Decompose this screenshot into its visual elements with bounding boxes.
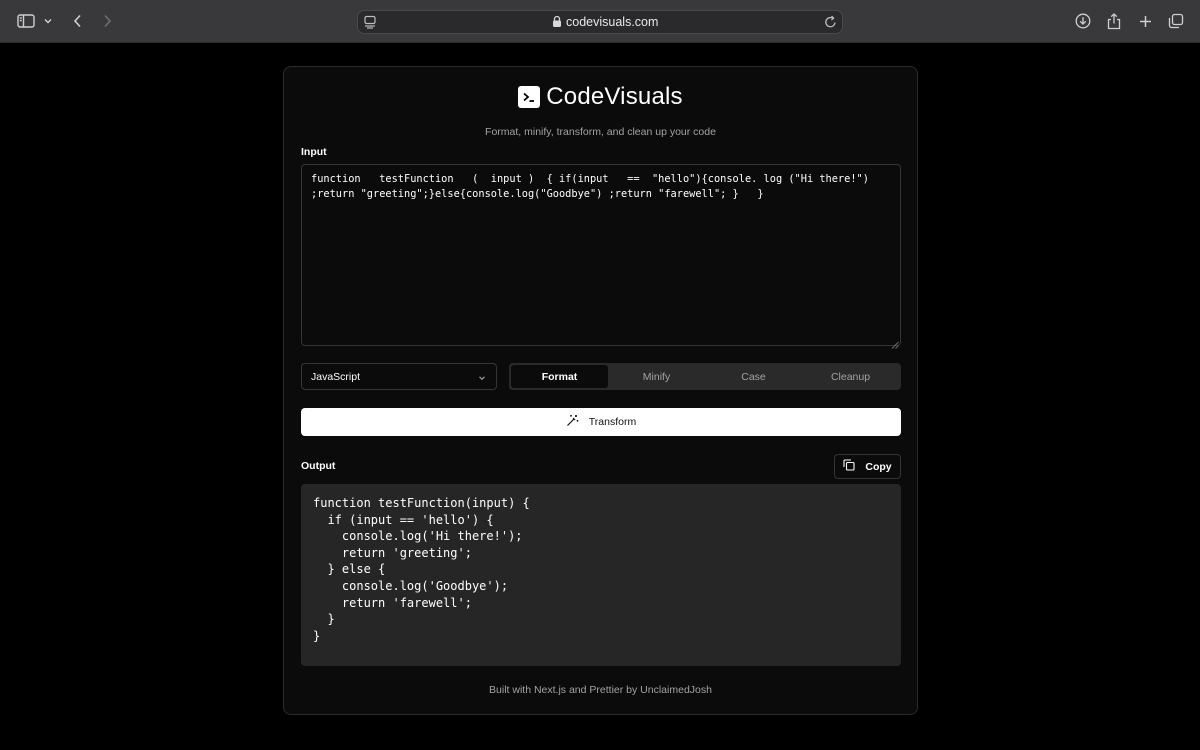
tab-format[interactable]: Format: [511, 365, 608, 388]
tabs-overview-icon: [1168, 13, 1184, 29]
output-label: Output: [301, 460, 336, 472]
copy-button-label: Copy: [865, 460, 892, 473]
input-label: Input: [301, 146, 327, 158]
sidebar-toggle-button[interactable]: [16, 10, 36, 32]
chevron-down-icon: [478, 373, 486, 381]
sidebar-icon: [17, 14, 35, 28]
tab-case[interactable]: Case: [705, 365, 802, 388]
code-output: function testFunction(input) { if (input…: [301, 484, 901, 666]
sidebar-menu-button[interactable]: [43, 10, 53, 32]
tab-overview-button[interactable]: [1167, 10, 1185, 32]
chevron-left-icon: [73, 14, 82, 28]
plus-icon: [1139, 15, 1152, 28]
code-input[interactable]: function testFunction ( input ) { if(inp…: [301, 164, 901, 346]
chevron-down-icon: [44, 18, 52, 24]
page-settings-icon[interactable]: [363, 15, 377, 29]
tab-minify[interactable]: Minify: [608, 365, 705, 388]
new-tab-button[interactable]: [1137, 10, 1153, 32]
terminal-icon: [518, 86, 541, 108]
footer-credit: Built with Next.js and Prettier by Uncla…: [489, 684, 712, 696]
transform-button-label: Transform: [588, 416, 637, 428]
reload-icon[interactable]: [824, 15, 837, 29]
chevron-right-icon: [103, 14, 112, 28]
mode-tabs: Format Minify Case Cleanup: [509, 363, 901, 390]
resize-handle-icon[interactable]: [891, 336, 899, 349]
app-logo: CodeVisuals: [284, 84, 917, 110]
download-icon: [1075, 13, 1091, 29]
transform-button[interactable]: Transform: [301, 408, 901, 436]
lock-icon: [552, 15, 562, 28]
copy-button[interactable]: Copy: [834, 454, 901, 479]
url-text: codevisuals.com: [566, 15, 659, 29]
tab-cleanup[interactable]: Cleanup: [802, 365, 899, 388]
language-select[interactable]: JavaScript: [301, 363, 497, 390]
downloads-button[interactable]: [1074, 10, 1092, 32]
copy-icon: [843, 459, 855, 474]
app-title: CodeVisuals: [546, 83, 683, 110]
browser-toolbar: codevisuals.com: [0, 0, 1200, 43]
magic-wand-icon: [566, 414, 579, 430]
share-icon: [1107, 12, 1121, 30]
address-bar[interactable]: codevisuals.com: [357, 10, 843, 34]
share-button[interactable]: [1106, 10, 1122, 32]
language-select-value: JavaScript: [311, 370, 361, 383]
app-card: CodeVisuals Format, minify, transform, a…: [283, 66, 918, 715]
app-tagline: Format, minify, transform, and clean up …: [485, 126, 716, 138]
forward-button[interactable]: [100, 10, 114, 32]
back-button[interactable]: [70, 10, 84, 32]
